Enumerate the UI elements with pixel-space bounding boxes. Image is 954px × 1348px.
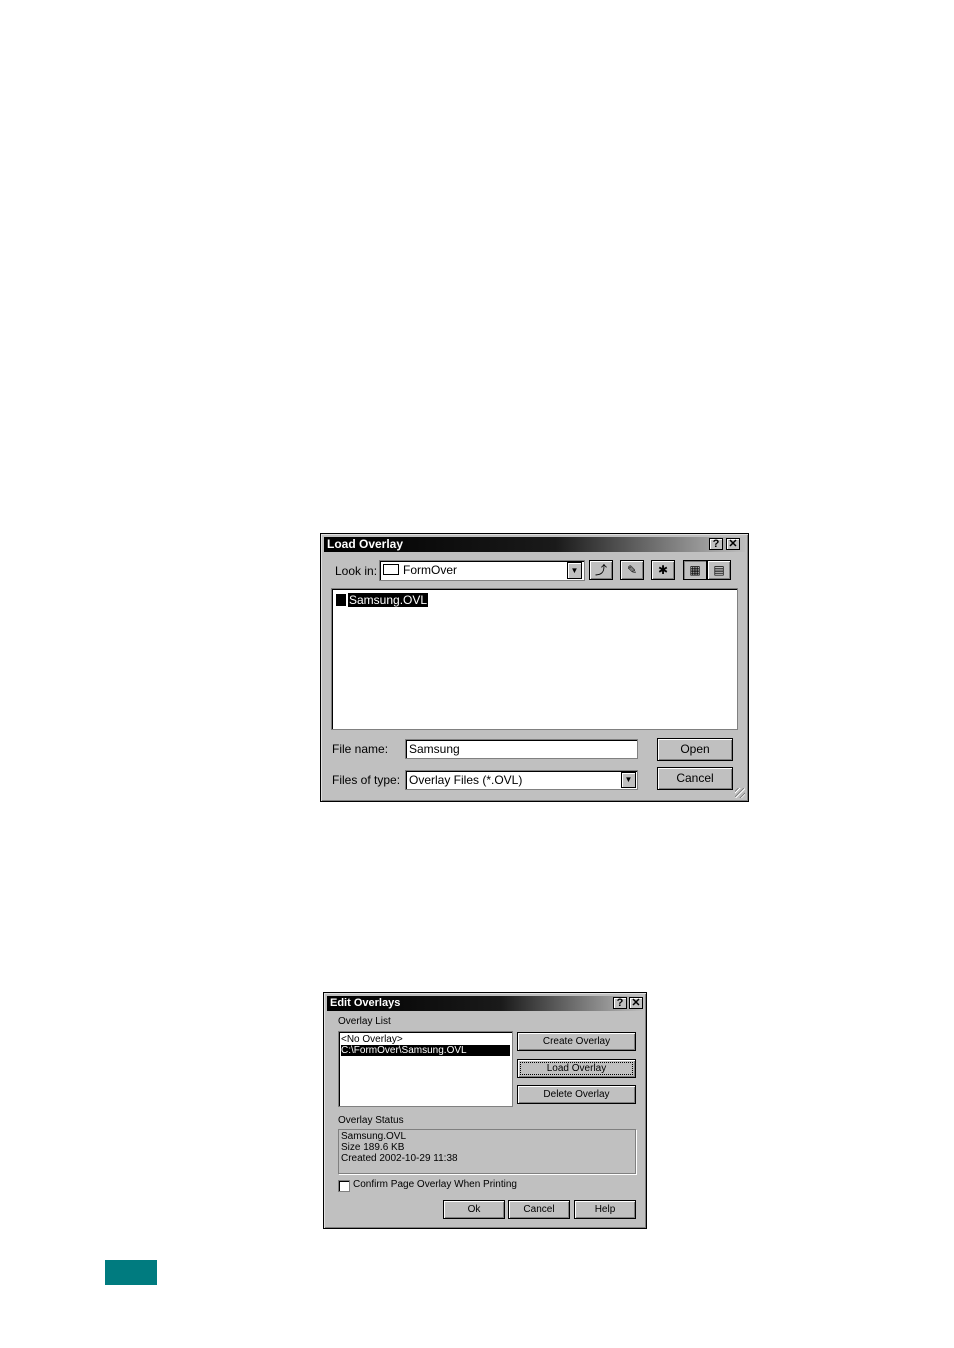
look-in-value: FormOver bbox=[403, 563, 457, 577]
edit-overlays-titlebar: Edit Overlays bbox=[327, 996, 643, 1011]
file-icon bbox=[336, 594, 346, 606]
overlay-status-box: Samsung.OVL Size 189.6 KB Created 2002-1… bbox=[338, 1129, 636, 1174]
new-folder-button[interactable]: ✱ bbox=[651, 560, 675, 580]
list-item-selected[interactable]: C:\FormOver\Samsung.OVL bbox=[341, 1045, 510, 1056]
folder-icon bbox=[383, 564, 399, 575]
list-item[interactable]: <No Overlay> bbox=[341, 1034, 403, 1045]
close-title-button[interactable]: ✕ bbox=[629, 997, 643, 1009]
look-in-label: Look in: bbox=[335, 564, 378, 578]
overlay-list-label: Overlay List bbox=[338, 1016, 391, 1027]
help-title-button[interactable]: ? bbox=[709, 538, 723, 550]
desktop-button[interactable]: ✎ bbox=[620, 560, 644, 580]
open-button[interactable]: Open bbox=[657, 738, 733, 761]
help-button[interactable]: Help bbox=[574, 1200, 636, 1219]
list-view-button[interactable]: ▦ bbox=[683, 560, 707, 580]
overlay-list[interactable]: <No Overlay> C:\FormOver\Samsung.OVL bbox=[338, 1031, 513, 1107]
look-in-select[interactable]: FormOver bbox=[379, 560, 585, 581]
load-overlay-dialog: Load Overlay ? ✕ Look in: FormOver ▼ ⤴ ✎… bbox=[320, 533, 749, 802]
create-overlay-button[interactable]: Create Overlay bbox=[517, 1032, 636, 1051]
edit-overlays-dialog: Edit Overlays ? ✕ Overlay List <No Overl… bbox=[323, 992, 647, 1229]
confirm-checkbox-label: Confirm Page Overlay When Printing bbox=[353, 1179, 517, 1190]
file-list-item[interactable]: Samsung.OVL bbox=[336, 593, 429, 607]
resize-grip-icon[interactable] bbox=[735, 788, 745, 798]
help-title-button[interactable]: ? bbox=[613, 997, 627, 1009]
status-line: Created 2002-10-29 11:38 bbox=[341, 1153, 458, 1164]
desktop-icon: ✎ bbox=[626, 563, 638, 577]
delete-overlay-button[interactable]: Delete Overlay bbox=[517, 1085, 636, 1104]
ok-button[interactable]: Ok bbox=[443, 1200, 505, 1219]
files-type-select[interactable]: Overlay Files (*.OVL) bbox=[405, 770, 638, 790]
load-overlay-titlebar: Load Overlay bbox=[324, 537, 745, 552]
file-name-label: File name: bbox=[332, 742, 389, 756]
details-view-icon: ▤ bbox=[713, 563, 725, 577]
dialog-title: Load Overlay bbox=[327, 537, 404, 551]
status-line: Size 189.6 KB bbox=[341, 1142, 405, 1153]
file-list[interactable]: Samsung.OVL bbox=[331, 588, 738, 730]
cancel-button[interactable]: Cancel bbox=[657, 767, 733, 790]
file-name-input[interactable]: Samsung bbox=[405, 739, 638, 759]
details-view-button[interactable]: ▤ bbox=[707, 560, 731, 580]
dialog-title: Edit Overlays bbox=[330, 997, 401, 1009]
confirm-checkbox[interactable] bbox=[338, 1180, 350, 1192]
overlay-status-label: Overlay Status bbox=[338, 1115, 404, 1126]
file-name: Samsung.OVL bbox=[348, 593, 429, 607]
files-type-label: Files of type: bbox=[332, 773, 401, 787]
list-view-icon: ▦ bbox=[689, 563, 701, 577]
close-title-button[interactable]: ✕ bbox=[726, 538, 740, 550]
up-folder-button[interactable]: ⤴ bbox=[589, 560, 613, 580]
look-in-dropdown-button[interactable]: ▼ bbox=[567, 562, 582, 579]
new-folder-icon: ✱ bbox=[657, 563, 669, 577]
status-line: Samsung.OVL bbox=[341, 1131, 407, 1142]
page-marker-tab bbox=[105, 1260, 157, 1285]
up-folder-icon: ⤴ bbox=[594, 563, 607, 577]
load-overlay-button[interactable]: Load Overlay bbox=[517, 1059, 636, 1078]
files-type-dropdown-button[interactable]: ▼ bbox=[621, 772, 636, 788]
cancel-button[interactable]: Cancel bbox=[508, 1200, 570, 1219]
